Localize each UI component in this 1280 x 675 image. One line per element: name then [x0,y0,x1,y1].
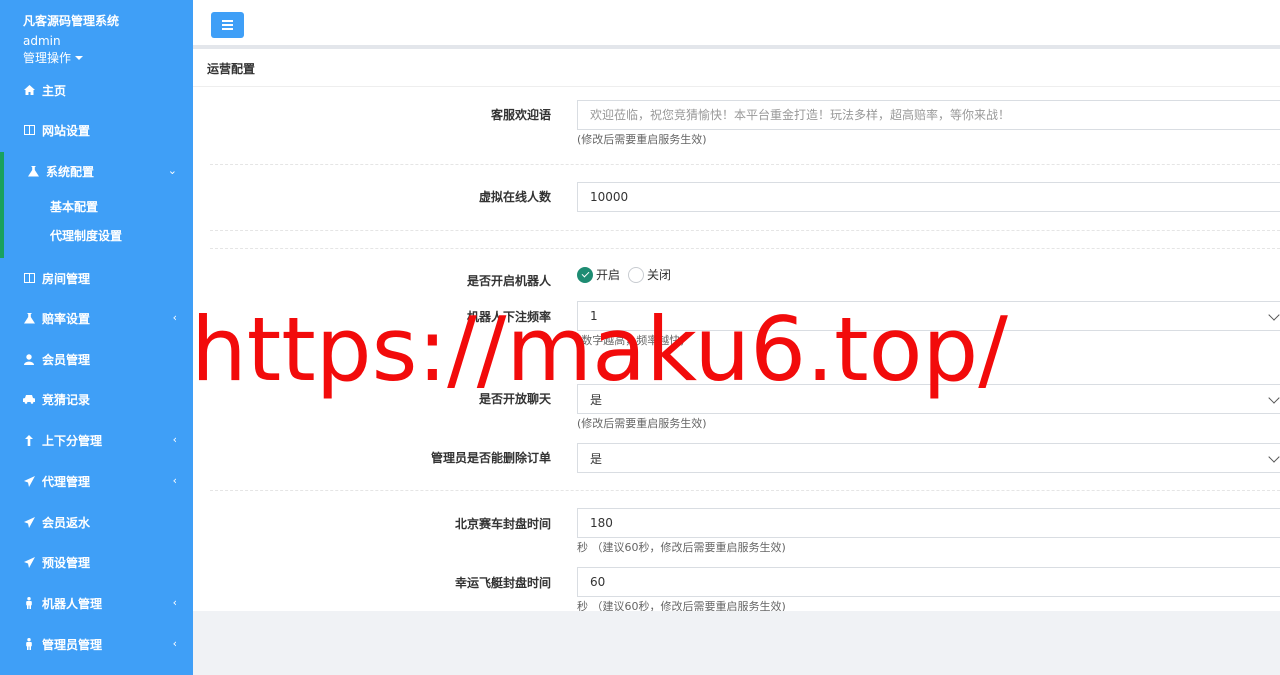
xy-close-hint: 秒 （建议60秒，修改后需要重启服务生效) [577,600,786,611]
sidebar-item-preset-management[interactable]: 预设管理 [0,547,193,577]
online-count-input[interactable] [577,182,1280,212]
chevron-down-icon [1268,451,1280,463]
sidebar-item-site-settings[interactable]: 网站设置 [0,115,193,145]
flask-icon [27,165,39,177]
columns-icon [23,272,35,284]
radio-checked-icon [577,266,593,283]
sidebar-item-label: 网站设置 [42,123,91,138]
sidebar-item-label: 房间管理 [42,271,91,286]
admin-delete-select[interactable]: 是 [577,443,1280,473]
chevron-down-icon: ⌄ [167,164,177,177]
select-value: 是 [590,392,603,407]
topbar [193,0,1280,45]
sidebar-item-label: 机器人管理 [42,596,103,611]
send-icon [23,516,35,528]
chevron-down-icon [1268,392,1280,404]
sidebar-item-label: 管理员管理 [42,637,103,652]
sidebar-subitem-basic-config[interactable]: 基本配置 [50,198,98,215]
bj-close-label: 北京赛车封盘时间 [454,517,551,531]
columns-icon [23,124,35,136]
sidebar: 凡客源码管理系统 admin 管理操作 主页 网站设置 系统配置 ⌄ 基本配置 … [0,0,193,675]
sidebar-item-label: 会员返水 [42,515,91,530]
chat-select[interactable]: 是 [577,384,1280,414]
user-icon [23,353,35,365]
sidebar-item-label: 代理管理 [42,474,91,489]
chevron-left-icon: ‹ [172,637,177,650]
sidebar-item-label: 会员管理 [42,352,91,367]
panel-title: 运营配置 [207,62,256,76]
person-icon [23,597,35,609]
welcome-hint: (修改后需要重启服务生效) [577,133,707,146]
chevron-left-icon: ‹ [172,433,177,446]
sidebar-item-room-management[interactable]: 房间管理 [0,263,193,293]
hamburger-icon [222,20,233,22]
sidebar-item-agent-management[interactable]: 代理管理 ‹ [0,466,193,496]
send-icon [23,556,35,568]
robot-frequency-hint: (数字越高，频率越快) [577,334,685,347]
user-name: admin [23,34,61,48]
car-icon [23,393,35,405]
sidebar-item-credit-management[interactable]: 上下分管理 ‹ [0,425,193,455]
online-count-label: 虚拟在线人数 [478,190,551,204]
sidebar-item-label: 赔率设置 [42,311,91,326]
robot-radio-group: 开启 关闭 [577,266,671,283]
select-value: 是 [590,451,603,466]
sidebar-item-admin-management[interactable]: 管理员管理 ‹ [0,629,193,659]
sidebar-item-member-management[interactable]: 会员管理 [0,344,193,374]
admin-delete-label: 管理员是否能删除订单 [430,451,551,465]
chevron-left-icon: ‹ [172,596,177,609]
home-icon [23,84,35,96]
caret-down-icon [75,55,84,60]
robot-off-label: 关闭 [647,268,672,282]
flask-icon [23,312,35,324]
chevron-down-icon [1268,309,1280,321]
sidebar-item-system-config[interactable]: 系统配置 ⌄ [0,156,193,186]
divider [210,164,1280,165]
divider [210,490,1280,491]
divider [210,248,1280,249]
sidebar-item-member-rebate[interactable]: 会员返水 [0,507,193,537]
radio-unchecked-icon [628,266,645,283]
robot-frequency-label: 机器人下注频率 [466,310,551,324]
app-brand: 凡客源码管理系统 [23,14,120,28]
divider [193,86,1280,87]
divider [210,230,1280,231]
robot-on-radio[interactable]: 开启 [577,266,620,283]
arrow-up-icon [23,434,35,446]
select-value: 1 [590,309,598,323]
xy-close-input[interactable] [577,567,1280,597]
user-menu-label: 管理操作 [23,51,72,65]
welcome-label: 客服欢迎语 [490,108,551,122]
sidebar-item-odds-settings[interactable]: 赔率设置 ‹ [0,303,193,333]
sidebar-item-home[interactable]: 主页 [0,75,193,105]
sidebar-item-label: 系统配置 [46,164,95,179]
robot-on-label: 开启 [596,268,621,282]
chat-toggle-label: 是否开放聊天 [478,392,551,406]
bj-close-input[interactable] [577,508,1280,538]
send-icon [23,475,35,487]
chevron-left-icon: ‹ [172,311,177,324]
sidebar-item-robot-management[interactable]: 机器人管理 ‹ [0,588,193,618]
chevron-left-icon: ‹ [172,474,177,487]
robot-frequency-select[interactable]: 1 [577,301,1280,331]
bj-close-hint: 秒 （建议60秒，修改后需要重启服务生效) [577,541,786,554]
menu-toggle-button[interactable] [211,12,244,38]
robot-toggle-label: 是否开启机器人 [466,274,551,288]
config-panel: 运营配置 客服欢迎语 (修改后需要重启服务生效) 虚拟在线人数 是否开启机器人 … [193,49,1280,611]
sidebar-item-label: 上下分管理 [42,433,103,448]
xy-close-label: 幸运飞艇封盘时间 [454,576,551,590]
welcome-message-input[interactable] [577,100,1280,130]
sidebar-subitem-agent-system[interactable]: 代理制度设置 [50,227,122,244]
person-icon [23,638,35,650]
sidebar-item-label: 预设管理 [42,555,91,570]
sidebar-item-bet-records[interactable]: 竞猜记录 [0,384,193,414]
chat-hint: (修改后需要重启服务生效) [577,417,707,430]
sidebar-item-label: 竞猜记录 [42,392,91,407]
robot-off-radio[interactable]: 关闭 [628,266,671,283]
user-menu-dropdown[interactable]: 管理操作 [23,49,84,66]
sidebar-item-label: 主页 [42,83,67,98]
